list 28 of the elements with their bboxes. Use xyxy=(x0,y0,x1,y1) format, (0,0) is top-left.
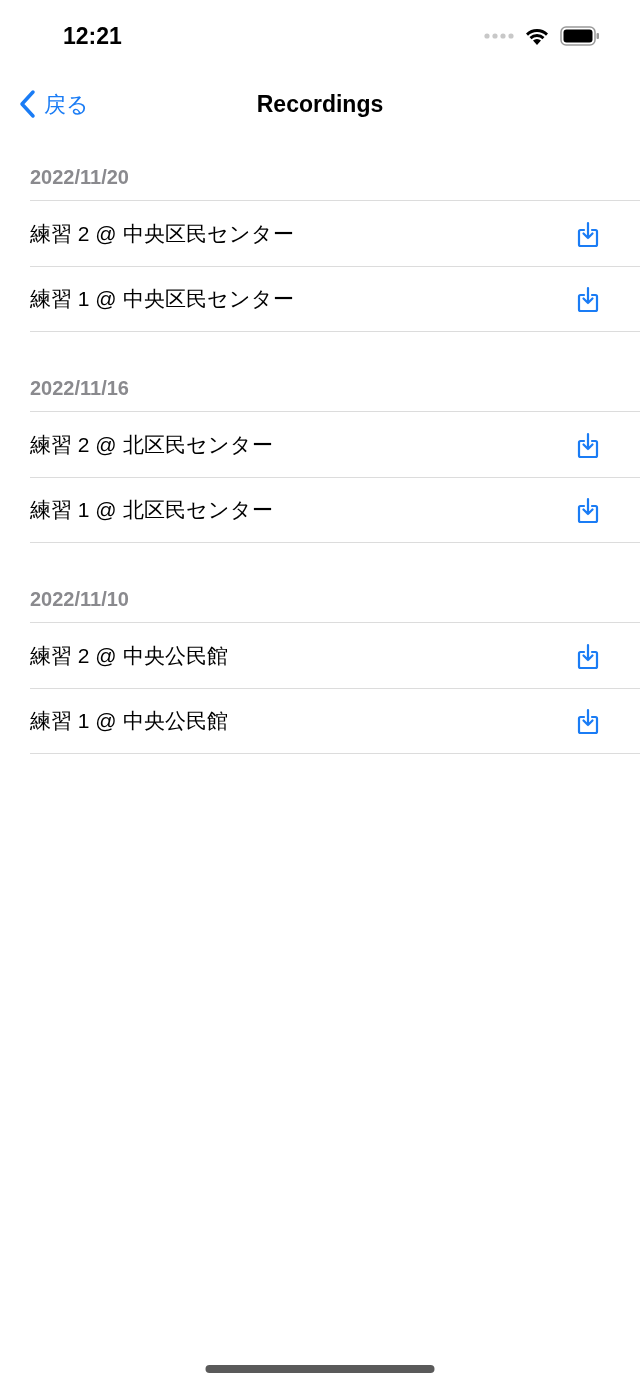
download-icon[interactable] xyxy=(576,707,600,735)
status-time: 12:21 xyxy=(63,21,122,51)
download-icon[interactable] xyxy=(576,285,600,313)
chevron-left-icon xyxy=(18,89,36,119)
download-icon[interactable] xyxy=(576,219,600,248)
recording-row[interactable]: 練習 2 @ 北区民センター xyxy=(30,411,640,477)
recording-title: 練習 1 @ 中央公民館 xyxy=(30,708,228,735)
nav-title: Recordings xyxy=(256,89,384,119)
section-date: 2022/11/10 xyxy=(30,587,130,612)
recording-title: 練習 1 @ 北区民センター xyxy=(30,497,273,524)
recording-row[interactable]: 練習 1 @ 北区民センター xyxy=(30,477,640,543)
recording-title: 練習 2 @ 中央公民館 xyxy=(30,642,228,669)
battery-icon xyxy=(560,26,600,46)
section-date: 2022/11/20 xyxy=(30,165,130,190)
recording-row[interactable]: 練習 1 @ 中央区民センター xyxy=(30,266,640,332)
signal-icon xyxy=(484,33,514,39)
recording-row[interactable]: 練習 2 @ 中央公民館 xyxy=(30,622,640,688)
recording-title: 練習 2 @ 中央区民センター xyxy=(30,220,294,247)
recording-row[interactable]: 練習 1 @ 中央公民館 xyxy=(30,688,640,754)
recording-row[interactable]: 練習 2 @ 中央区民センター xyxy=(30,200,640,266)
download-icon[interactable] xyxy=(576,496,600,524)
wifi-icon xyxy=(524,26,550,46)
section-date: 2022/11/16 xyxy=(30,376,130,401)
recording-title: 練習 1 @ 中央区民センター xyxy=(30,286,294,313)
download-icon[interactable] xyxy=(576,641,600,670)
back-button[interactable]: 戻る xyxy=(0,87,89,121)
recording-title: 練習 2 @ 北区民センター xyxy=(30,431,273,458)
download-icon[interactable] xyxy=(576,430,600,459)
